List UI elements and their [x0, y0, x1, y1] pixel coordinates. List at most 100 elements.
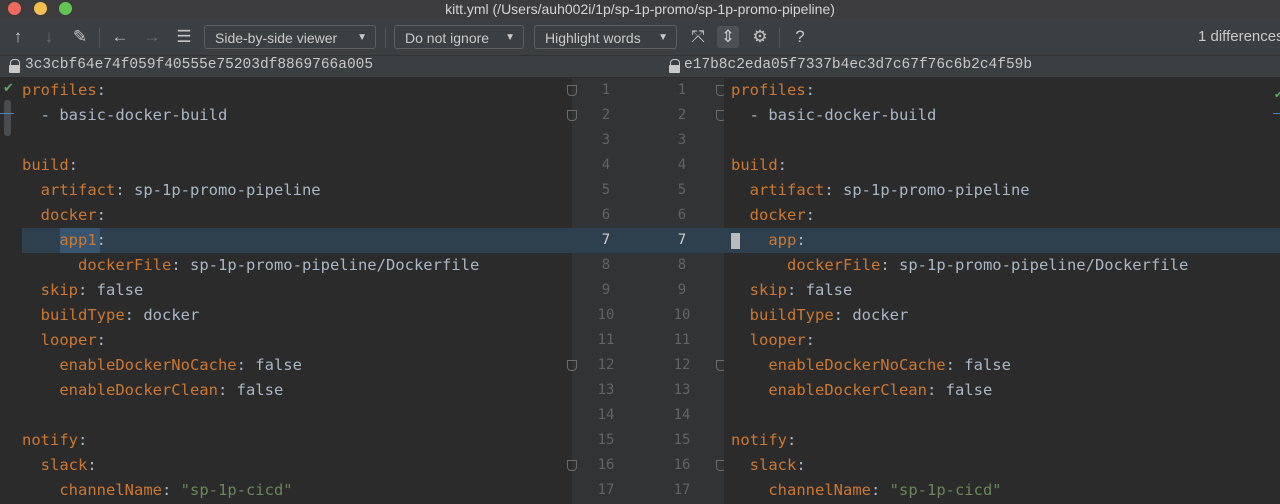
code-line: slack: — [22, 453, 97, 478]
no-errors-check-icon: ✔ — [3, 80, 14, 95]
left-editor[interactable]: ✔ profiles: - basic-docker-build build: a… — [0, 78, 572, 504]
left-scrollbar-thumb[interactable] — [4, 100, 11, 136]
yaml-text — [22, 231, 59, 249]
code-line: buildType: docker — [731, 303, 909, 328]
fold-marker-icon[interactable] — [567, 85, 577, 96]
yaml-key: enableDockerClean — [768, 381, 927, 399]
code-line: artifact: sp-1p-promo-pipeline — [22, 178, 321, 203]
yaml-key: profiles — [731, 81, 806, 99]
code-line: skip: false — [22, 278, 144, 303]
right-line-number: 3 — [677, 132, 687, 148]
right-line-number: 11 — [673, 332, 691, 348]
yaml-key: docker — [40, 206, 97, 224]
right-line-number: 15 — [673, 432, 691, 448]
code-line: docker: — [731, 203, 815, 228]
left-line-number: 3 — [601, 132, 611, 148]
yaml-text: : false — [78, 281, 144, 299]
left-line-number: 11 — [597, 332, 615, 348]
yaml-text: : — [796, 456, 806, 474]
yaml-string: "sp-1p-cicd" — [889, 481, 1002, 499]
yaml-text — [731, 231, 768, 249]
yaml-key: dockerFile — [78, 256, 172, 274]
yaml-text — [731, 381, 768, 399]
yaml-key: buildType — [749, 306, 834, 324]
code-line: docker: — [22, 203, 106, 228]
ignore-whitespace-combo[interactable]: Do not ignore ▼ — [394, 25, 524, 49]
highlight-mode-combo[interactable]: Highlight words ▼ — [534, 25, 677, 49]
code-line: notify: — [731, 428, 796, 453]
fold-marker-icon[interactable] — [567, 360, 577, 371]
collapse-unchanged-icon[interactable]: ⤧ — [687, 26, 709, 48]
right-editor[interactable]: ✔ profiles: - basic-docker-build build: a… — [724, 78, 1280, 504]
right-revision-hash: e17b8c2eda05f7337b4ec3d7c67f76c6b2c4f59b — [684, 57, 1033, 73]
right-line-number: 14 — [673, 407, 691, 423]
left-line-number: 1 — [601, 82, 611, 98]
yaml-key: channelName — [768, 481, 871, 499]
code-line: profiles: — [731, 78, 815, 103]
left-line-number: 4 — [601, 157, 611, 173]
yaml-text: : — [78, 431, 88, 449]
viewer-mode-combo[interactable]: Side-by-side viewer ▼ — [204, 25, 376, 49]
yaml-text — [22, 306, 41, 324]
yaml-text: : — [796, 231, 806, 249]
yaml-text — [731, 181, 750, 199]
right-line-number: 10 — [673, 307, 691, 323]
right-line-number: 8 — [677, 257, 687, 273]
yaml-key: build — [22, 156, 69, 174]
yaml-key: app1 — [59, 231, 97, 249]
title-bar: kitt.yml (/Users/auh002i/1p/sp-1p-promo/… — [0, 0, 1280, 19]
right-line-number: 7 — [677, 232, 687, 248]
help-icon[interactable]: ? — [789, 26, 811, 48]
yaml-text — [22, 456, 41, 474]
right-line-number: 2 — [677, 107, 687, 123]
code-line: artifact: sp-1p-promo-pipeline — [731, 178, 1030, 203]
yaml-text: : — [161, 481, 181, 499]
list-changes-icon[interactable]: ☰ — [173, 26, 195, 48]
edit-source-icon[interactable]: ✎ — [69, 26, 91, 48]
code-line: buildType: docker — [22, 303, 200, 328]
left-line-number: 15 — [597, 432, 615, 448]
yaml-text: : — [96, 231, 106, 249]
code-line: skip: false — [731, 278, 853, 303]
left-line-number: 5 — [601, 182, 611, 198]
code-line: - basic-docker-build — [731, 103, 937, 128]
left-line-number: 14 — [597, 407, 615, 423]
fold-marker-icon[interactable] — [567, 110, 577, 121]
yaml-text: : — [787, 431, 797, 449]
yaml-key: docker — [749, 206, 806, 224]
left-line-number: 12 — [597, 357, 615, 373]
synchronize-scrolling-icon[interactable]: ⇕ — [717, 26, 739, 48]
yaml-text: : — [777, 156, 788, 174]
code-line: dockerFile: sp-1p-promo-pipeline/Dockerf… — [22, 253, 479, 278]
back-icon[interactable]: ← — [109, 26, 131, 48]
yaml-text — [731, 281, 750, 299]
code-line: app1: — [22, 228, 106, 253]
yaml-key: skip — [40, 281, 78, 299]
previous-difference-icon[interactable]: ↑ — [7, 26, 29, 48]
yaml-key: skip — [749, 281, 787, 299]
yaml-text: : sp-1p-promo-pipeline/Dockerfile — [171, 256, 480, 274]
right-line-number: 6 — [677, 207, 687, 223]
code-line: build: — [731, 153, 787, 178]
yaml-text — [22, 481, 59, 499]
gear-icon[interactable]: ⚙ — [749, 26, 771, 48]
code-line: channelName: "sp-1p-cicd" — [22, 478, 292, 503]
fold-marker-icon[interactable] — [567, 460, 577, 471]
yaml-text: - basic-docker-build — [731, 106, 937, 124]
line-number-gutter: 1 1 2 2 3 3 4 4 5 5 6 6 7 7 8 8 9 9 10 10 11 11 12 12 13 13 14 14 15… — [567, 78, 726, 504]
code-line: channelName: "sp-1p-cicd" — [731, 478, 1002, 503]
yaml-text: : — [96, 331, 107, 349]
yaml-key: enableDockerNoCache — [768, 356, 946, 374]
yaml-key: enableDockerClean — [59, 381, 218, 399]
yaml-text — [731, 206, 750, 224]
forward-icon[interactable]: → — [141, 26, 163, 48]
yaml-text: : false — [787, 281, 853, 299]
next-difference-icon[interactable]: ↓ — [38, 26, 60, 48]
yaml-text: : false — [236, 356, 302, 374]
yaml-text — [22, 281, 41, 299]
left-line-number: 2 — [601, 107, 611, 123]
right-line-number: 1 — [677, 82, 687, 98]
yaml-text: : sp-1p-promo-pipeline — [824, 181, 1030, 199]
yaml-text — [731, 456, 750, 474]
yaml-key: app — [768, 231, 797, 249]
